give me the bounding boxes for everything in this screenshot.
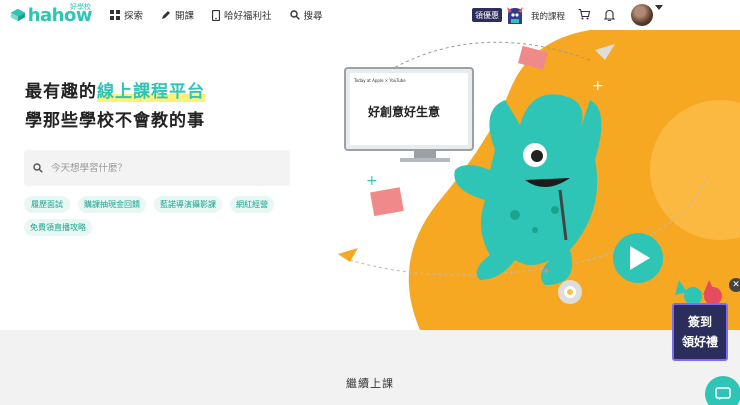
continue-learning-section: 繼續上課 bbox=[0, 330, 740, 405]
hero-title-prefix: 最有趣的 bbox=[25, 82, 97, 102]
hero-title-line2: 學那些學校不會教的事 bbox=[25, 111, 205, 131]
close-icon[interactable]: ✕ bbox=[729, 278, 740, 292]
chevron-down-icon[interactable] bbox=[655, 5, 663, 10]
hero-search-input[interactable] bbox=[51, 162, 271, 174]
pencil-icon bbox=[162, 11, 171, 19]
logo-icon bbox=[10, 8, 25, 22]
hero-title-line1: 最有趣的線上課程平台 bbox=[25, 77, 205, 102]
keyword-chip[interactable]: 網紅經營 bbox=[230, 196, 274, 213]
promo-button[interactable]: 領優惠 bbox=[472, 8, 502, 22]
nav-search-label: 搜尋 bbox=[303, 11, 323, 22]
hero-title-highlight: 線上課程平台 bbox=[97, 82, 205, 102]
promo-widget-line1: 簽到 bbox=[688, 314, 712, 329]
cart-icon[interactable] bbox=[578, 9, 590, 20]
keyword-chip[interactable]: 免費領直播攻略 bbox=[24, 219, 92, 236]
plus-sparkle-icon: + bbox=[366, 173, 378, 189]
nav-search[interactable]: 搜尋 bbox=[289, 8, 323, 22]
monitor-small-text: Today at Apple × YouTube bbox=[353, 78, 406, 83]
paper-plane-icon bbox=[338, 248, 358, 262]
search-icon bbox=[289, 10, 300, 20]
phone-icon bbox=[212, 9, 221, 21]
envelope-icon bbox=[370, 187, 404, 217]
nav-welfare-label: 哈好福利社 bbox=[224, 11, 272, 22]
nav-explore[interactable]: 探索 bbox=[110, 8, 143, 22]
keyword-chip[interactable]: 藍諾導演攝影課 bbox=[154, 196, 222, 213]
section-title: 繼續上課 bbox=[346, 377, 394, 390]
logo-tagline: 好學校 bbox=[70, 3, 91, 11]
search-icon bbox=[33, 163, 43, 173]
nav-welfare[interactable]: 哈好福利社 bbox=[212, 8, 272, 22]
promo-widget-line2: 領好禮 bbox=[681, 334, 718, 349]
main-nav: 探索 開課 哈好福利社 搜尋 bbox=[110, 8, 341, 22]
my-courses-link[interactable]: 我的課程 bbox=[531, 10, 565, 22]
nav-teach[interactable]: 開課 bbox=[161, 8, 194, 22]
chat-icon bbox=[715, 387, 731, 400]
hero-banner: 最有趣的線上課程平台 學那些學校不會教的事 履歷面試 購課抽現金回饋 藍諾導演攝… bbox=[0, 30, 740, 330]
hero-search-box[interactable] bbox=[24, 150, 290, 186]
plus-sparkle-icon: + bbox=[592, 78, 604, 94]
checkin-promo-widget[interactable]: 簽到 領好禮 bbox=[665, 280, 735, 365]
nav-explore-label: 探索 bbox=[124, 11, 144, 22]
chat-support-button[interactable] bbox=[705, 376, 740, 405]
monster-mascot-icon[interactable] bbox=[504, 4, 526, 26]
monitor-illustration: Today at Apple × YouTube 好創意好生意 bbox=[344, 67, 474, 162]
user-avatar[interactable] bbox=[631, 4, 653, 26]
keyword-chip[interactable]: 履歷面試 bbox=[24, 196, 70, 213]
nav-teach-label: 開課 bbox=[175, 11, 195, 22]
bell-icon[interactable] bbox=[604, 9, 615, 21]
top-navbar: hahow 好學校 探索 開課 哈好福利社 搜尋 領優惠 我的課程 bbox=[0, 0, 740, 30]
plus-sparkle-icon: + bbox=[542, 266, 550, 277]
monitor-headline: 好創意好生意 bbox=[367, 104, 440, 119]
keyword-chip[interactable]: 購課抽現金回饋 bbox=[78, 196, 146, 213]
hahow-logo[interactable]: hahow 好學校 bbox=[10, 3, 93, 27]
grid-icon bbox=[110, 10, 120, 20]
